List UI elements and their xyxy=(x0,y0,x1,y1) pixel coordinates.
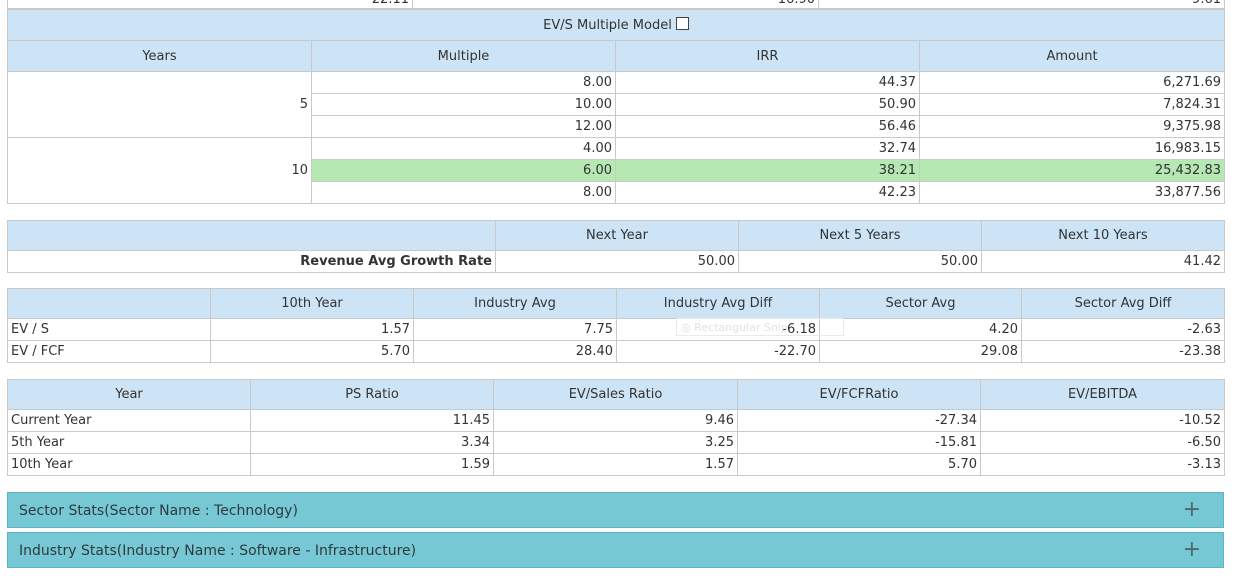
partial-cell: 22.11 xyxy=(7,0,413,9)
header-10th-year: 10th Year xyxy=(210,288,414,319)
row-label: EV / FCF xyxy=(7,340,211,363)
header-ps-ratio: PS Ratio xyxy=(250,379,494,410)
irr-cell: 50.90 xyxy=(615,93,920,116)
years-cell: 5 xyxy=(7,71,312,138)
row-label: 10th Year xyxy=(7,453,251,476)
irr-cell: 32.74 xyxy=(615,137,920,160)
ratio-cell: -27.34 xyxy=(737,409,981,432)
row-label: EV / S xyxy=(7,318,211,341)
header-industry-avg: Industry Avg xyxy=(413,288,617,319)
growth-cell: 41.42 xyxy=(981,250,1225,273)
revenue-growth-label: Revenue Avg Growth Rate xyxy=(7,250,496,273)
amount-cell: 33,877.56 xyxy=(919,181,1225,204)
header-empty xyxy=(7,220,496,251)
multiple-cell: 10.00 xyxy=(311,93,616,116)
header-sector-avg-diff: Sector Avg Diff xyxy=(1021,288,1225,319)
amount-cell: 9,375.98 xyxy=(919,115,1225,138)
multiple-cell: 8.00 xyxy=(311,181,616,204)
snip-overlay-text: Rectangular Snip xyxy=(694,321,788,334)
ratio-cell: 5.70 xyxy=(210,340,414,363)
ratio-cell: 4.20 xyxy=(819,318,1022,341)
ratio-cell: 5.70 xyxy=(737,453,981,476)
multiple-cell: 8.00 xyxy=(311,71,616,94)
snip-overlay-ghost: ◎ Rectangular Snip xyxy=(676,318,844,336)
table-row: Current Year 11.45 9.46 -27.34 -10.52 xyxy=(7,409,1225,432)
irr-cell: 56.46 xyxy=(615,115,920,138)
plus-icon[interactable]: + xyxy=(1183,497,1201,522)
multiple-cell: 6.00 xyxy=(311,159,616,182)
ratio-cell: 1.59 xyxy=(250,453,494,476)
ratio-cell: -2.63 xyxy=(1021,318,1225,341)
row-label: Current Year xyxy=(7,409,251,432)
table-row: 5th Year 3.34 3.25 -15.81 -6.50 xyxy=(7,431,1225,454)
ratio-cell: 3.34 xyxy=(250,431,494,454)
table-row: EV / S 1.57 7.75 -6.18 4.20 -2.63 xyxy=(7,318,1225,341)
amount-cell: 7,824.31 xyxy=(919,93,1225,116)
table-row: 5 8.00 44.37 6,271.69 xyxy=(7,71,1225,138)
ratio-cell: 29.08 xyxy=(819,340,1022,363)
plus-icon[interactable]: + xyxy=(1183,537,1201,562)
industry-stats-label: Industry Stats(Industry Name : Software … xyxy=(19,543,417,559)
evs-model-title: EV/S Multiple Model xyxy=(7,9,1225,41)
header-ev-ebitda: EV/EBITDA xyxy=(980,379,1225,410)
growth-cell: 50.00 xyxy=(495,250,739,273)
amount-cell: 6,271.69 xyxy=(919,71,1225,94)
ratio-cell: 1.57 xyxy=(210,318,414,341)
table-row: EV / FCF 5.70 28.40 -22.70 29.08 -23.38 xyxy=(7,340,1225,363)
ratio-cell: -6.50 xyxy=(980,431,1225,454)
ratio-cell: -23.38 xyxy=(1021,340,1225,363)
header-multiple: Multiple xyxy=(311,40,616,72)
partial-cell: 9.61 xyxy=(818,0,1225,9)
ratio-cell: 9.46 xyxy=(493,409,738,432)
header-sector-avg: Sector Avg xyxy=(819,288,1022,319)
irr-cell: 44.37 xyxy=(615,71,920,94)
header-next-year: Next Year xyxy=(495,220,739,251)
yearly-ratios-table: Year PS Ratio EV/Sales Ratio EV/FCFRatio… xyxy=(7,379,1225,476)
header-next-10-years: Next 10 Years xyxy=(981,220,1225,251)
amount-cell: 25,432.83 xyxy=(919,159,1225,182)
ratio-cell: -22.70 xyxy=(616,340,820,363)
irr-cell: 42.23 xyxy=(615,181,920,204)
years-cell: 10 xyxy=(7,137,312,204)
revenue-growth-table: Next Year Next 5 Years Next 10 Years Rev… xyxy=(7,220,1225,273)
sector-stats-panel[interactable]: Sector Stats(Sector Name : Technology) + xyxy=(7,492,1224,528)
ratio-cell: 1.57 xyxy=(493,453,738,476)
table-row: 22.11 16.90 9.61 xyxy=(7,0,1225,9)
ratio-cell: 3.25 xyxy=(493,431,738,454)
evs-model-title-text: EV/S Multiple Model xyxy=(543,18,672,33)
ratio-cell: 11.45 xyxy=(250,409,494,432)
ratio-cell: -10.52 xyxy=(980,409,1225,432)
industry-stats-panel[interactable]: Industry Stats(Industry Name : Software … xyxy=(7,532,1224,568)
ratio-cell: -3.13 xyxy=(980,453,1225,476)
header-irr: IRR xyxy=(615,40,920,72)
header-ev-fcf-ratio: EV/FCFRatio xyxy=(737,379,981,410)
growth-cell: 50.00 xyxy=(738,250,982,273)
row-label: 5th Year xyxy=(7,431,251,454)
evs-model-checkbox[interactable] xyxy=(675,17,689,30)
multiple-cell: 12.00 xyxy=(311,115,616,138)
header-amount: Amount xyxy=(919,40,1225,72)
table-row: 10 4.00 32.74 16,983.15 xyxy=(7,137,1225,204)
table-row: 10th Year 1.59 1.57 5.70 -3.13 xyxy=(7,453,1225,476)
table-row: Revenue Avg Growth Rate 50.00 50.00 41.4… xyxy=(7,250,1225,273)
irr-cell: 38.21 xyxy=(615,159,920,182)
ratio-cell: -15.81 xyxy=(737,431,981,454)
ratio-comparison-table: 10th Year Industry Avg Industry Avg Diff… xyxy=(7,288,1225,363)
ratio-cell: 7.75 xyxy=(413,318,617,341)
ratio-cell: 28.40 xyxy=(413,340,617,363)
header-empty xyxy=(7,288,211,319)
amount-cell: 16,983.15 xyxy=(919,137,1225,160)
header-year: Year xyxy=(7,379,251,410)
header-ev-sales-ratio: EV/Sales Ratio xyxy=(493,379,738,410)
header-years: Years xyxy=(7,40,312,72)
partial-cell: 16.90 xyxy=(412,0,819,9)
header-next-5-years: Next 5 Years xyxy=(738,220,982,251)
multiple-cell: 4.00 xyxy=(311,137,616,160)
sector-stats-label: Sector Stats(Sector Name : Technology) xyxy=(19,503,298,519)
partial-table-row: 22.11 16.90 9.61 xyxy=(7,0,1225,9)
evs-multiple-model-table: EV/S Multiple Model Years Multiple IRR A… xyxy=(7,9,1225,204)
header-industry-avg-diff: Industry Avg Diff xyxy=(616,288,820,319)
